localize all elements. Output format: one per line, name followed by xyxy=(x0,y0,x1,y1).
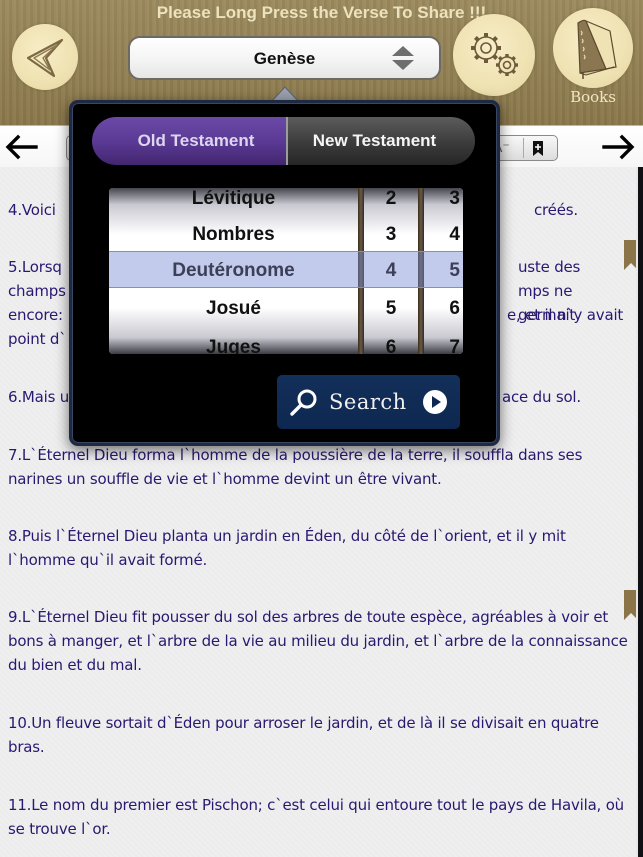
verse-item[interactable]: 10.Un fleuve sortait d`Éden pour arroser… xyxy=(8,711,630,759)
selected-chapter: 4 xyxy=(385,259,397,281)
books-button[interactable] xyxy=(553,8,633,88)
picker-row[interactable]: 3 xyxy=(364,216,418,253)
verse-item[interactable]: 8.Puis l`Éternel Dieu planta un jardin e… xyxy=(8,524,630,572)
picker-row[interactable]: 2 xyxy=(364,188,418,217)
settings-button[interactable] xyxy=(453,14,535,96)
bookmark-plus-icon[interactable] xyxy=(532,141,544,156)
picker-row[interactable]: Lévitique xyxy=(109,188,358,217)
book-chapter-verse-picker: Lévitique Nombres Josué Juges 2 3 5 6 3 … xyxy=(109,188,463,354)
up-down-stepper-icon xyxy=(392,46,414,70)
picker-row[interactable]: 6 xyxy=(424,290,463,327)
verse-text-right: créés. xyxy=(534,201,578,219)
right-arrow-icon xyxy=(602,134,635,160)
verse-item[interactable]: 9.L`Éternel Dieu fit pousser du sol des … xyxy=(8,605,630,677)
search-label: Search xyxy=(329,390,407,414)
search-button[interactable]: Search xyxy=(277,375,460,429)
play-circle-icon xyxy=(423,390,447,414)
verse-text-left: 4.Voici xyxy=(8,201,56,219)
picker-row[interactable]: 3 xyxy=(424,188,463,217)
selected-verse: 5 xyxy=(449,259,460,281)
share-hint-banner: Please Long Press the Verse To Share !!! xyxy=(156,3,487,22)
verse-line: uste des xyxy=(518,258,581,276)
next-chapter-button[interactable] xyxy=(600,131,638,163)
testament-toggle: Old Testament New Testament xyxy=(92,117,475,165)
back-button[interactable] xyxy=(12,24,78,90)
tab-old-testament[interactable]: Old Testament xyxy=(92,117,286,165)
scroll-edge xyxy=(636,167,643,857)
font-bookmark-segment: A⁻ xyxy=(490,135,558,161)
verse-text-right: ace du sol. xyxy=(502,388,581,406)
selected-book: Deutéronome xyxy=(172,259,295,281)
picker-row[interactable]: 6 xyxy=(364,329,418,355)
book-icon xyxy=(577,19,617,79)
verse-item[interactable]: 11.Le nom du premier est Pischon; c`est … xyxy=(8,793,630,841)
picker-selection-bar: Deutéronome 4 5 xyxy=(109,251,463,288)
left-arrow-icon xyxy=(5,134,38,160)
picker-row[interactable]: Juges xyxy=(109,329,358,355)
picker-row[interactable]: Josué xyxy=(109,290,358,327)
verse-item[interactable]: 7.L`Éternel Dieu forma l`homme de la pou… xyxy=(8,443,630,491)
verse-line: e, et il n`y avait xyxy=(507,306,624,324)
picker-row[interactable]: 4 xyxy=(424,216,463,253)
verse-text-left: 6.Mais u xyxy=(8,388,70,406)
book-selector[interactable]: Genèse xyxy=(128,36,441,80)
book-picker-popover: Old Testament New Testament Lévitique No… xyxy=(69,100,500,446)
magnifier-icon xyxy=(290,389,317,416)
back-arrow-icon xyxy=(26,38,64,78)
books-label: Books xyxy=(570,88,616,106)
segment-divider xyxy=(523,138,524,158)
tab-new-testament[interactable]: New Testament xyxy=(288,117,475,165)
gears-icon xyxy=(471,33,518,76)
picker-row[interactable]: 5 xyxy=(364,290,418,327)
picker-row[interactable]: Nombres xyxy=(109,216,358,253)
previous-chapter-button[interactable] xyxy=(2,131,40,163)
picker-row[interactable]: 7 xyxy=(424,329,463,355)
